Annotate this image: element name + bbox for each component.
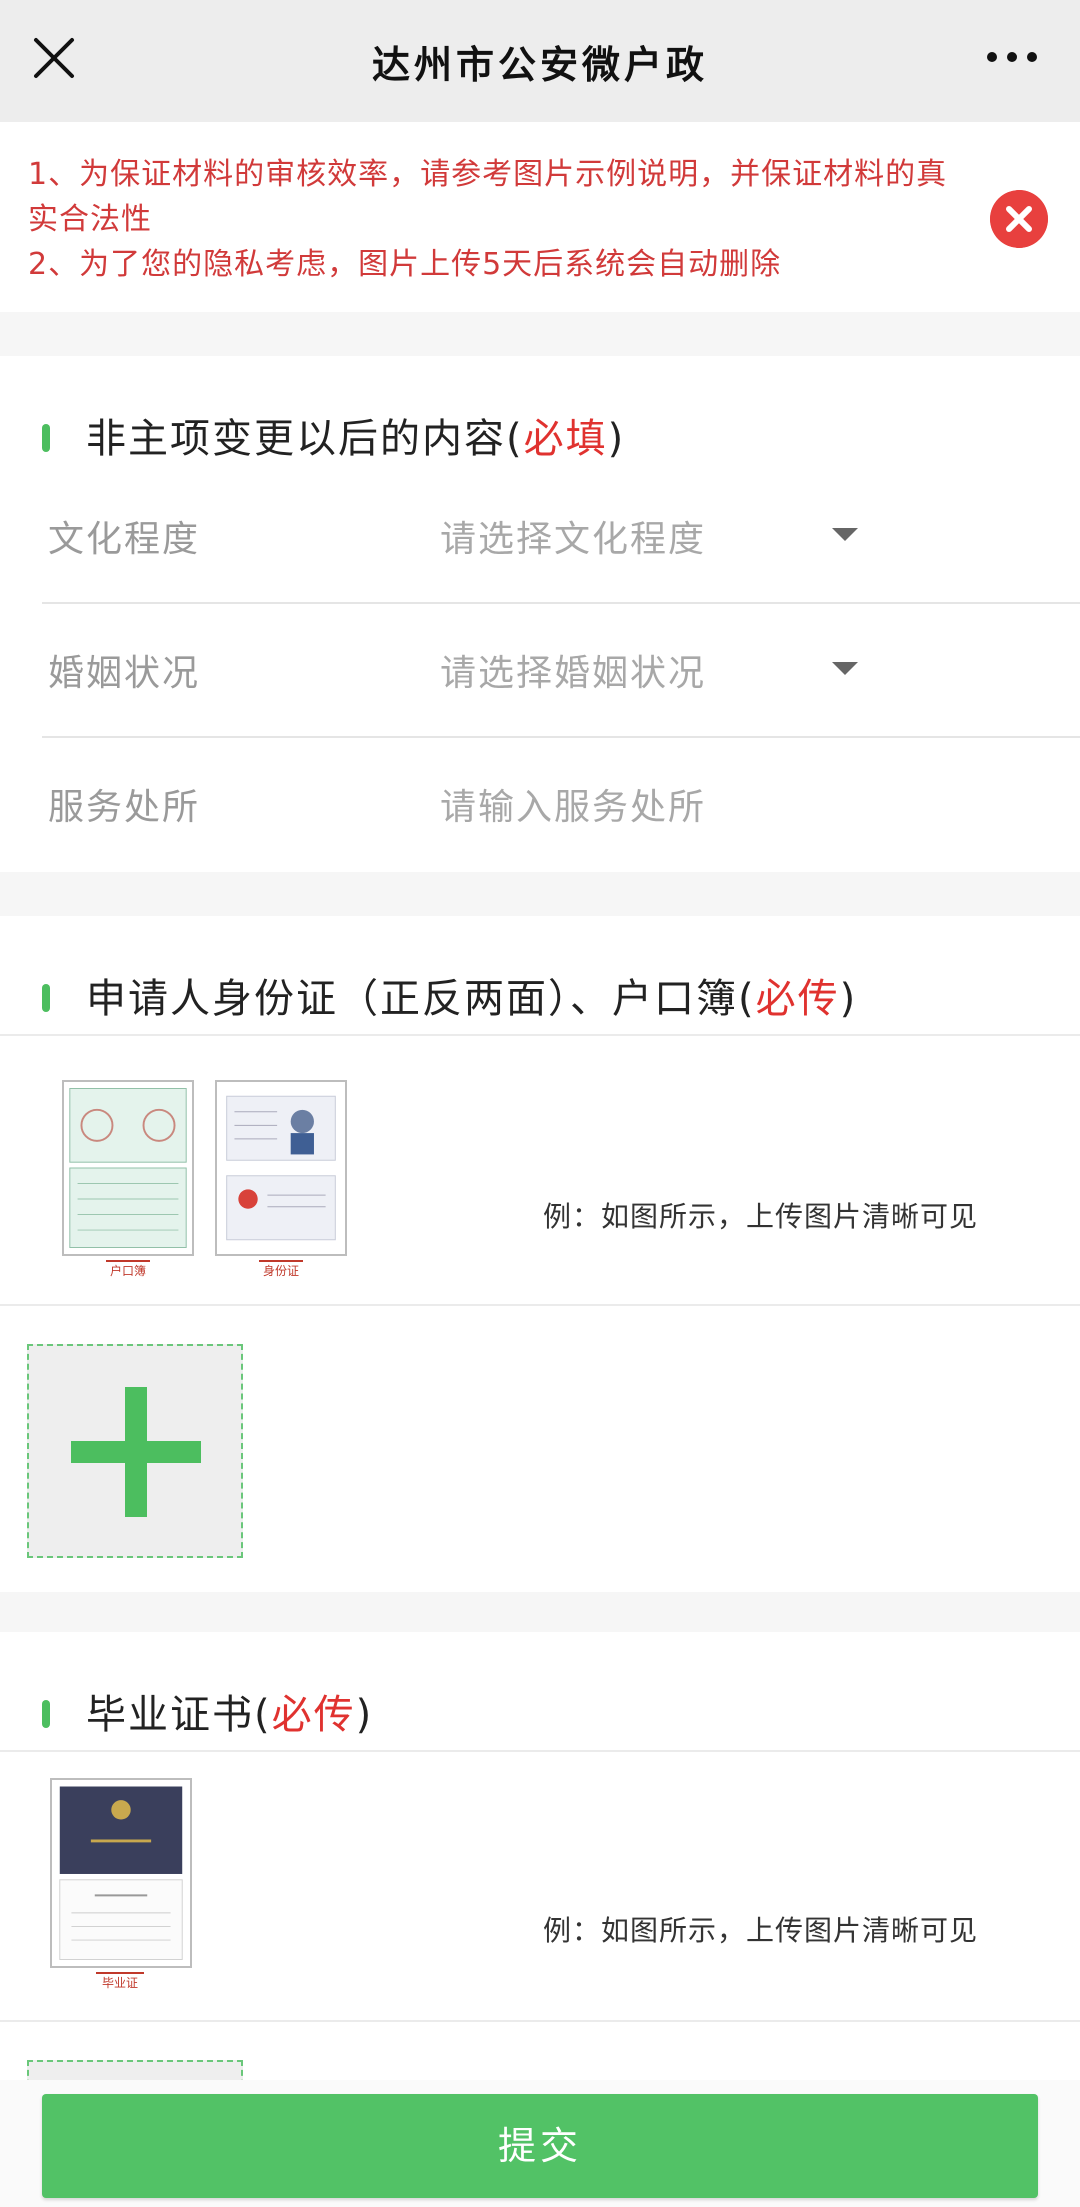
example-hint: 例：如图所示，上传图片清晰可见 xyxy=(543,1200,979,1233)
diploma-caption: 毕业证 xyxy=(96,1972,144,1991)
dismiss-notice-icon[interactable] xyxy=(990,190,1048,248)
marital-status-select[interactable]: 婚姻状况 请选择婚姻状况 xyxy=(42,604,1080,738)
diploma-sample-image xyxy=(50,1778,192,1968)
page-title: 达州市公安微户政 xyxy=(371,43,708,87)
section-title: 毕业证书(必传) xyxy=(42,1682,373,1740)
required-tag: 必传 xyxy=(755,976,840,1022)
notice-line-1: 1、为保证材料的审核效率，请参考图片示例说明，并保证材料的真实合法性 xyxy=(28,157,948,237)
submit-bar: 提交 xyxy=(0,2080,1080,2207)
notice-line-2: 2、为了您的隐私考虑，图片上传5天后系统会自动删除 xyxy=(28,247,782,282)
section-title: 申请人身份证（正反两面）、户口簿(必传) xyxy=(42,966,857,1024)
workplace-input[interactable]: 请输入服务处所 xyxy=(440,778,706,830)
education-select[interactable]: 文化程度 请选择文化程度 xyxy=(42,470,1080,604)
title-bar: 达州市公安微户政 xyxy=(0,0,1080,122)
household-register-caption: 户口簿 xyxy=(106,1260,150,1279)
marital-status-placeholder: 请选择婚姻状况 xyxy=(440,653,707,694)
education-label: 文化程度 xyxy=(48,519,201,560)
section-title: 非主项变更以后的内容(必填) xyxy=(42,406,625,464)
marital-status-label: 婚姻状况 xyxy=(48,653,201,694)
dropdown-arrow-icon xyxy=(832,528,858,541)
workplace-label: 服务处所 xyxy=(48,787,201,828)
section-id-card-upload: 申请人身份证（正反两面）、户口簿(必传) 户口簿 身份证 例：如图所示，上传图片… xyxy=(0,916,1080,1592)
workplace-field[interactable]: 服务处所 请输入服务处所 xyxy=(0,738,1080,872)
dropdown-arrow-icon xyxy=(832,662,858,675)
section-marker xyxy=(42,1700,50,1728)
example-hint: 例：如图所示，上传图片清晰可见 xyxy=(543,1914,979,1947)
id-card-caption: 身份证 xyxy=(259,1260,303,1279)
section-change-content: 非主项变更以后的内容(必填) 文化程度 请选择文化程度 婚姻状况 请选择婚姻状况… xyxy=(0,356,1080,872)
more-options-icon[interactable] xyxy=(984,42,1040,72)
household-register-sample-image xyxy=(62,1080,194,1256)
id-card-sample-image xyxy=(215,1080,347,1256)
divider xyxy=(0,2020,1080,2022)
section-marker xyxy=(42,984,50,1012)
required-tag: 必填 xyxy=(523,416,608,462)
education-placeholder: 请选择文化程度 xyxy=(440,519,707,560)
upload-id-card-button[interactable] xyxy=(27,1344,243,1558)
section-marker xyxy=(42,424,50,452)
required-tag: 必传 xyxy=(271,1692,356,1738)
notice-banner: 1、为保证材料的审核效率，请参考图片示例说明，并保证材料的真实合法性 2、为了您… xyxy=(0,122,1080,312)
divider xyxy=(0,1750,1080,1752)
divider xyxy=(0,1304,1080,1306)
divider xyxy=(0,1034,1080,1036)
submit-button[interactable]: 提交 xyxy=(42,2094,1038,2198)
